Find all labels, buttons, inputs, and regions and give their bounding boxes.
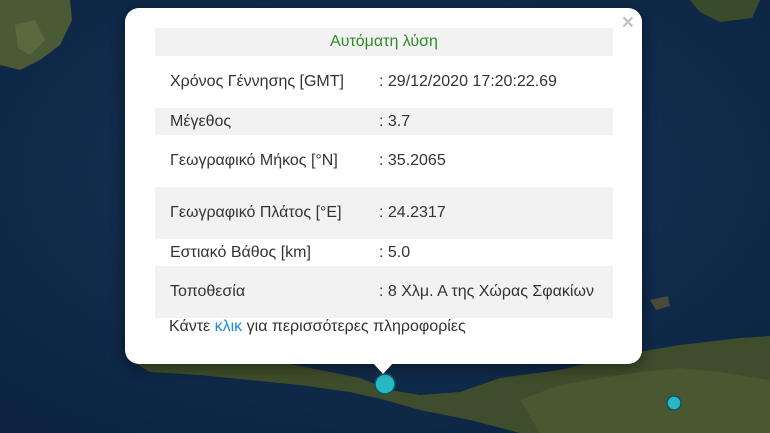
- label-origin-time: Χρόνος Γέννησης [GMT]: [170, 73, 344, 90]
- earthquake-info-popup: × Αυτόματη λύση Χρόνος Γέννησης [GMT] : …: [125, 8, 642, 364]
- label-location: Τοποθεσία: [155, 266, 375, 318]
- label-longitude: Γεωγραφικό Πλάτος [°E]: [155, 187, 375, 239]
- earthquake-marker-main[interactable]: [374, 373, 396, 395]
- table-row: Τοποθεσία : 8 Χλμ. Α της Χώρας Σφακίων: [155, 266, 613, 318]
- value-latitude: : 35.2065: [379, 152, 446, 169]
- more-info-text: Κάντε κλικ για περισσότερες πληροφορίες: [169, 318, 466, 336]
- popup-title: Αυτόματη λύση: [155, 28, 613, 56]
- table-row: Μέγεθος : 3.7: [155, 108, 613, 135]
- table-row: Γεωγραφικό Μήκος [°N] : 35.2065: [155, 135, 613, 187]
- earthquake-marker-secondary[interactable]: [666, 395, 682, 411]
- label-latitude: Γεωγραφικό Μήκος [°N]: [170, 152, 338, 169]
- value-magnitude: : 3.7: [375, 108, 613, 135]
- popup-title-row: Αυτόματη λύση: [155, 28, 613, 56]
- value-location: : 8 Χλμ. Α της Χώρας Σφακίων: [375, 266, 613, 318]
- table-row: Γεωγραφικό Πλάτος [°E] : 24.2317: [155, 187, 613, 239]
- label-magnitude: Μέγεθος: [155, 108, 375, 135]
- popup-pointer: [372, 362, 394, 374]
- earthquake-details-table: Αυτόματη λύση Χρόνος Γέννησης [GMT] : 29…: [155, 28, 613, 318]
- table-row: Εστιακό Βάθος [km] : 5.0: [155, 239, 613, 266]
- label-depth: Εστιακό Βάθος [km]: [170, 243, 311, 261]
- footer-text-after: για περισσότερες πληροφορίες: [242, 318, 466, 335]
- close-icon[interactable]: ×: [622, 11, 634, 35]
- value-origin-time: : 29/12/2020 17:20:22.69: [379, 73, 557, 90]
- value-longitude: : 24.2317: [375, 187, 613, 239]
- more-info-link[interactable]: κλικ: [215, 318, 243, 335]
- value-depth: : 5.0: [379, 243, 411, 261]
- footer-text-before: Κάντε: [169, 318, 215, 335]
- table-row: Χρόνος Γέννησης [GMT] : 29/12/2020 17:20…: [155, 56, 613, 108]
